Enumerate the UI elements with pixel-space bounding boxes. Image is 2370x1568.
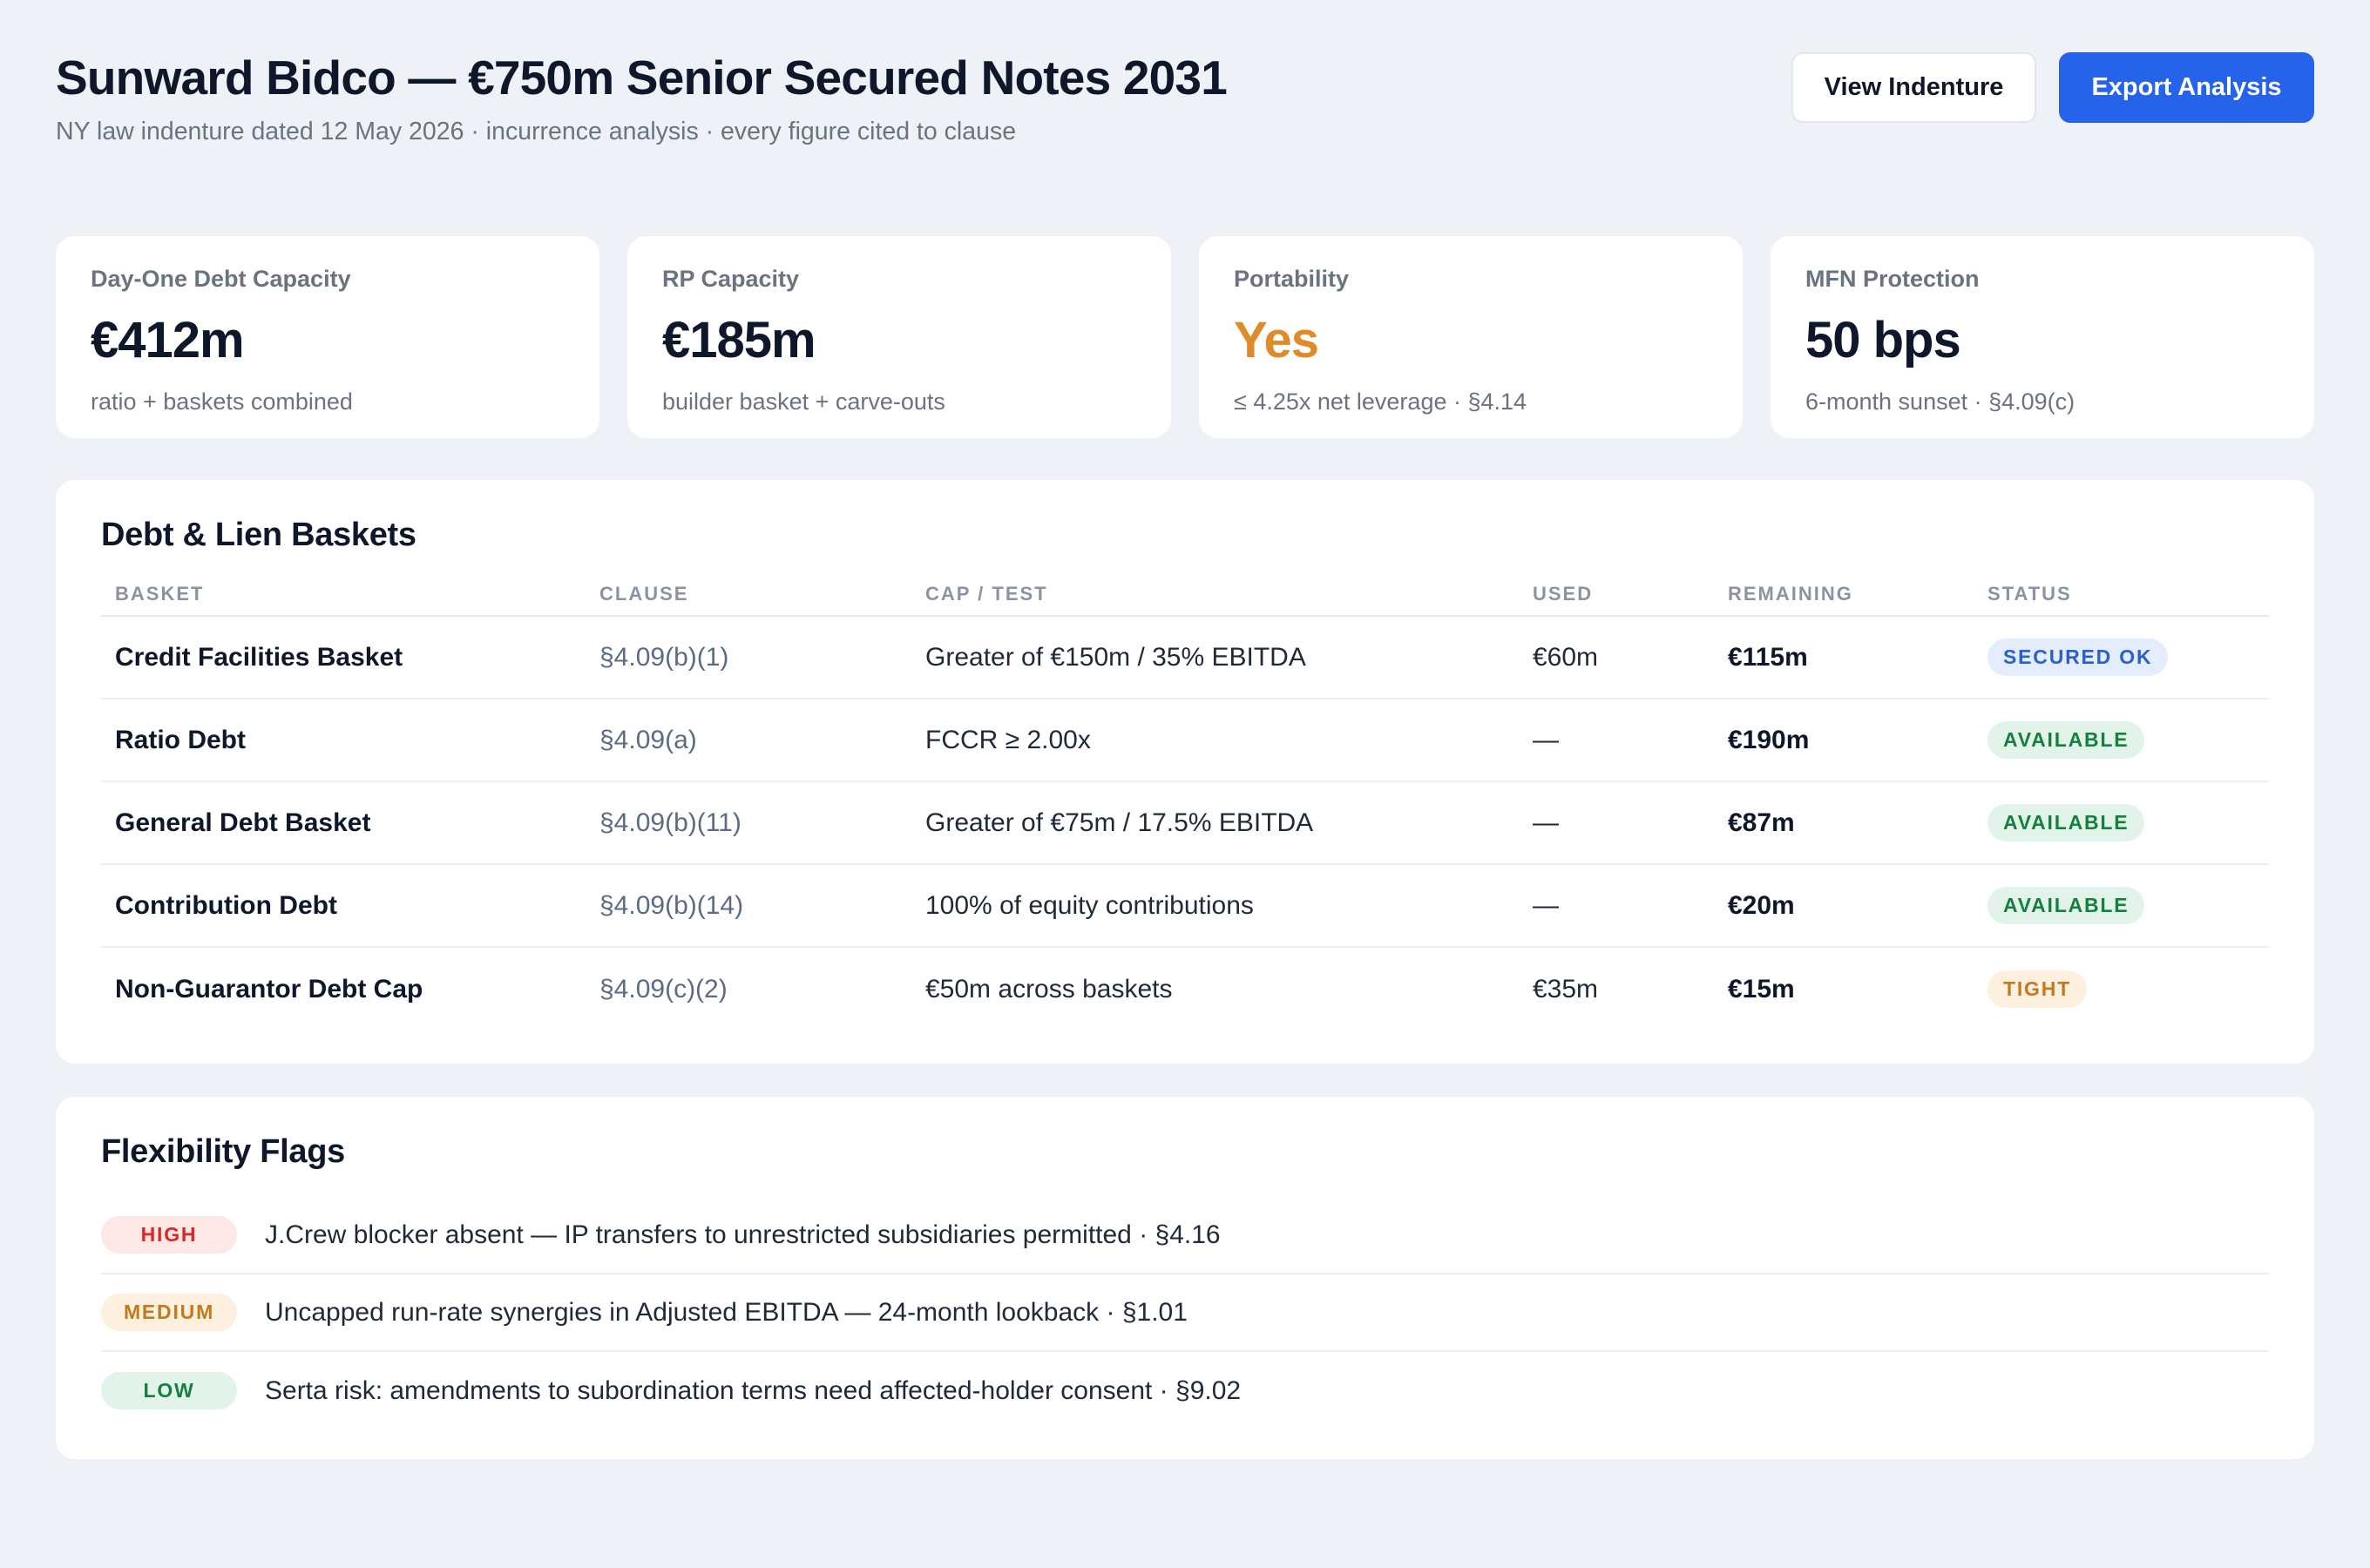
kpi-value: 50 bps — [1805, 312, 1961, 368]
flag-text: Serta risk: amendments to subordination … — [265, 1375, 1242, 1405]
flag-list: HIGH J.Crew blocker absent — IP transfer… — [101, 1197, 2269, 1429]
kpi-value: Yes — [1234, 312, 1319, 368]
cap-test: FCCR ≥ 2.00x — [925, 725, 1091, 754]
status-badge: AVAILABLE — [1987, 886, 2145, 925]
used-amount: — — [1533, 725, 1559, 754]
kpi-card-mfn-protection: MFN Protection 50 bps 6-month sunset · §… — [1771, 236, 2314, 438]
status-badge: SECURED OK — [1987, 638, 2169, 677]
basket-name: General Debt Basket — [115, 808, 371, 837]
kpi-label: Portability — [1234, 266, 1350, 292]
status-badge: AVAILABLE — [1987, 803, 2145, 842]
flexibility-flags-panel: Flexibility Flags HIGH J.Crew blocker ab… — [56, 1097, 2314, 1459]
flag-text: Uncapped run-rate synergies in Adjusted … — [265, 1297, 1188, 1327]
remaining-amount: €20m — [1728, 890, 1795, 920]
table-row[interactable]: Ratio Debt §4.09(a) FCCR ≥ 2.00x — €190m… — [101, 700, 2269, 782]
basket-name: Ratio Debt — [115, 725, 246, 754]
column-header: BASKET — [115, 583, 205, 605]
kpi-note: ≤ 4.25x net leverage · §4.14 — [1234, 389, 1527, 415]
basket-name: Non-Guarantor Debt Cap — [115, 974, 423, 1004]
flag-text: J.Crew blocker absent — IP transfers to … — [265, 1220, 1221, 1249]
status-badge: TIGHT — [1987, 970, 2087, 1009]
table-row[interactable]: Contribution Debt §4.09(b)(14) 100% of e… — [101, 865, 2269, 948]
severity-badge: MEDIUM — [101, 1293, 237, 1332]
list-item[interactable]: HIGH J.Crew blocker absent — IP transfer… — [101, 1197, 2269, 1274]
table-row[interactable]: Credit Facilities Basket §4.09(b)(1) Gre… — [101, 617, 2269, 700]
list-item[interactable]: MEDIUM Uncapped run-rate synergies in Ad… — [101, 1274, 2269, 1352]
cap-test: 100% of equity contributions — [925, 890, 1254, 920]
remaining-amount: €15m — [1728, 974, 1795, 1004]
view-indenture-button[interactable]: View Indenture — [1791, 52, 2036, 123]
cap-test: Greater of €150m / 35% EBITDA — [925, 642, 1306, 672]
clause-ref: §4.09(b)(11) — [599, 808, 741, 837]
header-actions: View Indenture Export Analysis — [1791, 52, 2314, 123]
table-row[interactable]: Non-Guarantor Debt Cap §4.09(c)(2) €50m … — [101, 948, 2269, 1031]
kpi-row: Day-One Debt Capacity €412m ratio + bask… — [56, 236, 2314, 438]
clause-ref: §4.09(a) — [599, 725, 697, 754]
list-item[interactable]: LOW Serta risk: amendments to subordinat… — [101, 1352, 2269, 1429]
kpi-card-debt-capacity: Day-One Debt Capacity €412m ratio + bask… — [56, 236, 599, 438]
severity-badge: LOW — [101, 1371, 237, 1410]
cap-test: Greater of €75m / 17.5% EBITDA — [925, 808, 1314, 837]
section-title: Flexibility Flags — [101, 1133, 345, 1170]
remaining-amount: €190m — [1728, 725, 1810, 754]
kpi-card-portability: Portability Yes ≤ 4.25x net leverage · §… — [1199, 236, 1743, 438]
debt-lien-baskets-panel: Debt & Lien Baskets BASKET CLAUSE CAP / … — [56, 480, 2314, 1064]
baskets-table: BASKET CLAUSE CAP / TEST USED REMAINING … — [101, 573, 2269, 1031]
used-amount: — — [1533, 808, 1559, 837]
clause-ref: §4.09(b)(14) — [599, 890, 744, 920]
status-badge: AVAILABLE — [1987, 720, 2145, 760]
severity-badge: HIGH — [101, 1215, 237, 1254]
used-amount: €35m — [1533, 974, 1599, 1004]
kpi-label: Day-One Debt Capacity — [91, 266, 351, 292]
kpi-value: €412m — [91, 312, 245, 368]
used-amount: — — [1533, 890, 1559, 920]
kpi-label: RP Capacity — [662, 266, 800, 292]
table-row[interactable]: General Debt Basket §4.09(b)(11) Greater… — [101, 782, 2269, 865]
kpi-label: MFN Protection — [1805, 266, 1980, 292]
kpi-note: 6-month sunset · §4.09(c) — [1805, 389, 2075, 415]
column-header: USED — [1533, 583, 1594, 605]
kpi-card-rp-capacity: RP Capacity €185m builder basket + carve… — [627, 236, 1171, 438]
basket-name: Credit Facilities Basket — [115, 642, 403, 672]
clause-ref: §4.09(c)(2) — [599, 974, 728, 1004]
kpi-note: ratio + baskets combined — [91, 389, 353, 415]
clause-ref: §4.09(b)(1) — [599, 642, 729, 672]
column-header: CLAUSE — [599, 583, 689, 605]
remaining-amount: €87m — [1728, 808, 1795, 837]
column-header: CAP / TEST — [925, 583, 1048, 605]
page: Sunward Bidco — €750m Senior Secured Not… — [0, 0, 2370, 1568]
cap-test: €50m across baskets — [925, 974, 1173, 1004]
table-header: BASKET CLAUSE CAP / TEST USED REMAINING … — [101, 573, 2269, 617]
used-amount: €60m — [1533, 642, 1599, 672]
column-header: STATUS — [1987, 583, 2072, 605]
page-header: Sunward Bidco — €750m Senior Secured Not… — [56, 52, 2314, 150]
kpi-note: builder basket + carve-outs — [662, 389, 945, 415]
kpi-value: €185m — [662, 312, 816, 368]
section-title: Debt & Lien Baskets — [101, 517, 416, 553]
column-header: REMAINING — [1728, 583, 1853, 605]
export-analysis-button[interactable]: Export Analysis — [2059, 52, 2314, 123]
remaining-amount: €115m — [1728, 642, 1808, 672]
basket-name: Contribution Debt — [115, 890, 337, 920]
